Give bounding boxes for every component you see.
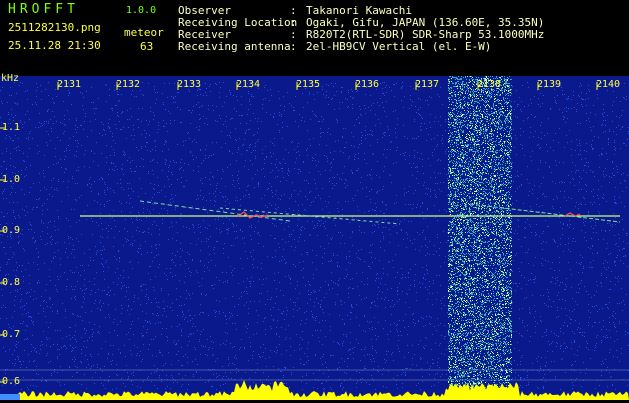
x-tick-label: 2139	[537, 79, 562, 90]
y-axis-label: kHz	[1, 73, 20, 84]
spectrogram-plot: kHz 2131 2132 2133 2134 2135 2136 2137 2138 2139 2…	[0, 73, 629, 400]
info-label-antenna: Receiving antenna	[178, 40, 291, 53]
info-colon: :	[290, 40, 297, 53]
x-tick-label: 2140	[596, 79, 621, 90]
y-tick-label: 1.0	[2, 174, 21, 185]
y-tick-label: 0.6	[2, 376, 21, 387]
timestamp: 25.11.28 21:30	[8, 39, 101, 52]
x-tick-label: 2131	[57, 79, 82, 90]
spectrogram-background	[0, 76, 629, 400]
x-tick-label: 2133	[177, 79, 202, 90]
y-tick-label: 1.1	[2, 122, 21, 133]
signal-level-marker	[0, 394, 20, 400]
y-tick-label: 0.8	[2, 277, 21, 288]
meteor-label: meteor	[124, 26, 164, 39]
x-tick-label: 2136	[355, 79, 380, 90]
app-version: 1.0.0	[126, 5, 157, 16]
y-tick-label: 0.9	[2, 225, 21, 236]
x-tick-label: 2138	[477, 79, 502, 90]
y-tick-label: 0.7	[2, 329, 21, 340]
info-value-antenna: 2el-HB9CV Vertical (el. E-W)	[306, 40, 492, 53]
x-tick-label: 2134	[236, 79, 261, 90]
x-tick-label: 2135	[296, 79, 321, 90]
x-tick-label: 2137	[415, 79, 440, 90]
file-name: 2511282130.png	[8, 21, 101, 34]
spectrogram-svg	[0, 76, 629, 400]
meteor-count: 63	[140, 40, 154, 53]
app-logo: HROFFT	[8, 2, 79, 17]
x-tick-label: 2132	[116, 79, 141, 90]
header-panel: HROFFT 1.0.0 2511282130.png 25.11.28 21:…	[0, 0, 629, 76]
